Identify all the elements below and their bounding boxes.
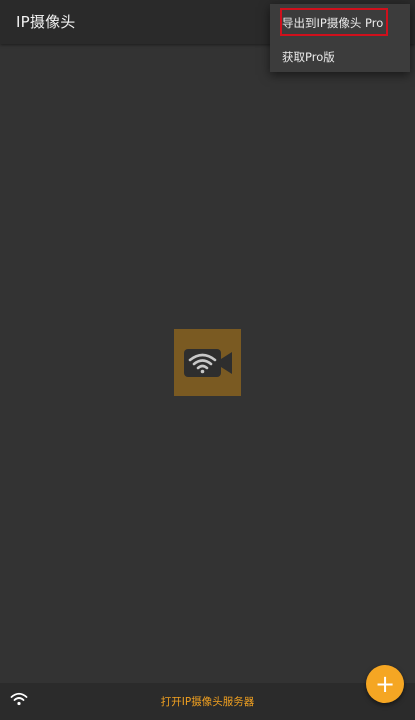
menu-item-export-to-pro[interactable]: 导出到IP摄像头 Pro bbox=[270, 7, 410, 39]
open-server-button[interactable]: 打开IP摄像头服务器 bbox=[0, 694, 415, 709]
center-logo bbox=[174, 329, 241, 396]
app-title: IP摄像头 bbox=[16, 13, 76, 31]
wifi-camera-icon bbox=[183, 348, 232, 377]
overflow-menu: 导出到IP摄像头 Pro 获取Pro版 bbox=[270, 4, 410, 72]
plus-icon: + bbox=[374, 670, 396, 698]
bottom-bar: 打开IP摄像头服务器 bbox=[0, 683, 415, 720]
menu-item-get-pro[interactable]: 获取Pro版 bbox=[270, 41, 410, 73]
add-button[interactable]: + bbox=[366, 665, 404, 703]
